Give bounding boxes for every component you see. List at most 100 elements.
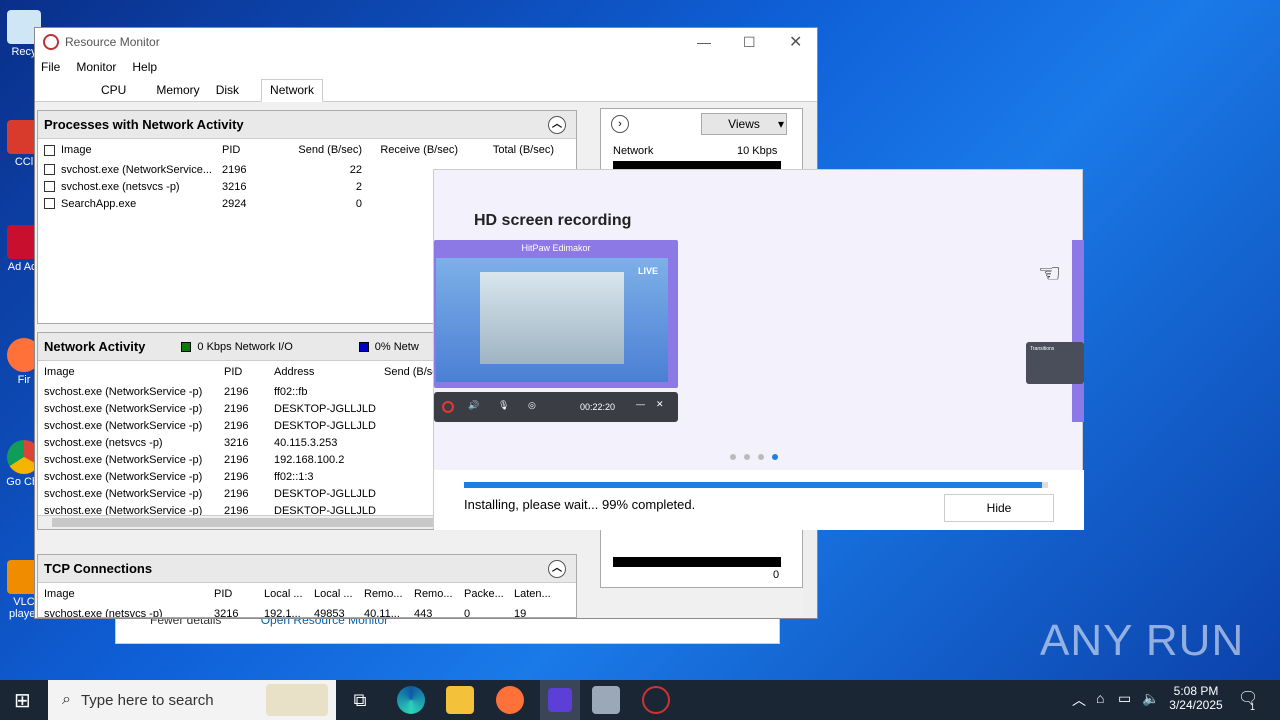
- cell: 3216: [214, 607, 239, 618]
- graph-max: 10 Kbps: [737, 145, 778, 157]
- checkbox-icon[interactable]: [44, 198, 55, 210]
- close-icon: ✕: [656, 399, 664, 409]
- col-header[interactable]: Remo...: [408, 588, 458, 600]
- progress-fill: [464, 482, 1043, 488]
- taskbar-search[interactable]: ⌕ Type here to search: [48, 680, 336, 720]
- maximize-button[interactable]: ☐: [743, 34, 756, 51]
- pointer-hand-icon: ☜: [1038, 258, 1062, 288]
- expand-arrow-icon[interactable]: ›: [611, 115, 629, 133]
- edimakor-taskbar-icon[interactable]: [540, 680, 580, 720]
- col-header[interactable]: Remo...: [358, 588, 408, 600]
- window-title: Resource Monitor: [65, 35, 160, 49]
- tcp-panel-header[interactable]: TCP Connections ︿: [38, 555, 576, 583]
- close-button[interactable]: ✕: [789, 32, 802, 52]
- cell-pid: 2196: [224, 402, 249, 415]
- installer-window: HD screen recording HitPaw Edimakor LIVE…: [433, 169, 1084, 530]
- chevron-up-icon[interactable]: ︿: [1072, 690, 1086, 710]
- col-header[interactable]: Local ...: [308, 588, 358, 600]
- col-header[interactable]: Local ...: [258, 588, 308, 600]
- search-placeholder: Type here to search: [80, 691, 214, 709]
- col-image[interactable]: Image: [38, 366, 218, 378]
- desktop-icon-label: Recy: [11, 46, 37, 58]
- col-send[interactable]: Send (B/se: [378, 366, 438, 378]
- col-send[interactable]: Send (B/sec): [266, 144, 362, 156]
- cell-address: DESKTOP-JGLLJLD: [274, 402, 376, 415]
- table-header: Image PID Local ... Local ... Remo... Remo...…: [38, 583, 576, 605]
- cell-pid: 2196: [224, 487, 249, 500]
- volume-icon[interactable]: 🔈: [1142, 690, 1159, 707]
- cell: 49853: [314, 607, 345, 618]
- table-header: Image PID Send (B/sec) Receive (B/sec) T…: [38, 139, 576, 161]
- cell-pid: 3216: [222, 180, 247, 193]
- cell-send: 2: [355, 180, 362, 193]
- table-row[interactable]: svchost.exe (netsvcs -p) 3216 192.1... 4985…: [38, 605, 576, 618]
- carousel-dot[interactable]: [730, 454, 736, 460]
- transitions-card: Transitions: [1026, 342, 1084, 384]
- edge-icon[interactable]: [397, 686, 425, 714]
- cell-pid: 3216: [224, 436, 249, 449]
- live-badge: LIVE: [638, 266, 659, 276]
- menu-monitor[interactable]: Monitor: [76, 60, 116, 74]
- views-button[interactable]: Views ▾: [701, 113, 787, 135]
- tab-disk[interactable]: Disk: [208, 80, 247, 101]
- search-icon: ⌕: [62, 691, 71, 708]
- col-receive[interactable]: Receive (B/sec): [362, 144, 458, 156]
- monitor-tray-icon[interactable]: ▭: [1118, 690, 1131, 707]
- record-icon: [442, 401, 454, 413]
- graph-min: 0: [773, 569, 780, 581]
- anyrun-watermark: ANY RUN: [1040, 616, 1245, 665]
- cell-address: DESKTOP-JGLLJLD: [274, 487, 376, 500]
- col-pid[interactable]: PID: [218, 366, 268, 378]
- hide-button[interactable]: Hide: [944, 494, 1054, 522]
- views-label: Views: [728, 117, 760, 131]
- menu-file[interactable]: File: [41, 60, 60, 74]
- cell-image: SearchApp.exe: [61, 197, 137, 210]
- carousel-dot[interactable]: [772, 454, 778, 460]
- carousel-dot[interactable]: [758, 454, 764, 460]
- tab-cpu[interactable]: CPU: [93, 80, 134, 101]
- install-status: Installing, please wait... 99% completed…: [464, 497, 696, 512]
- task-view-icon[interactable]: ⧉: [346, 686, 374, 714]
- carousel-dot[interactable]: [744, 454, 750, 460]
- minimize-button[interactable]: —: [697, 34, 711, 50]
- col-pid[interactable]: PID: [216, 144, 266, 156]
- col-header[interactable]: Laten...: [508, 588, 558, 600]
- resource-monitor-taskbar-icon[interactable]: [592, 686, 620, 714]
- tab-network[interactable]: Network: [261, 79, 324, 102]
- checkbox-icon[interactable]: [44, 181, 55, 193]
- preview-window: HitPaw Edimakor LIVE: [434, 240, 678, 388]
- checkbox-icon[interactable]: [44, 164, 55, 176]
- tab-memory[interactable]: Memory: [148, 80, 207, 101]
- menu-help[interactable]: Help: [132, 60, 157, 74]
- clock[interactable]: 5:08 PM 3/24/2025: [1166, 684, 1226, 712]
- col-total[interactable]: Total (B/sec): [458, 144, 554, 156]
- cell-pid: 2196: [224, 419, 249, 432]
- notification-icon[interactable]: 🗨: [1238, 688, 1258, 708]
- col-address[interactable]: Address: [268, 366, 378, 378]
- processes-panel-header[interactable]: Processes with Network Activity ︿: [38, 111, 576, 139]
- tcp-connections-panel: TCP Connections ︿ Image PID Local ... Local…: [37, 554, 577, 618]
- cell-image: svchost.exe (NetworkService -p): [44, 487, 203, 500]
- network-tray-icon[interactable]: ⌂: [1096, 690, 1104, 706]
- col-header[interactable]: Image: [38, 588, 208, 600]
- cell: 443: [414, 607, 433, 618]
- checkbox-icon[interactable]: [44, 144, 55, 156]
- firefox-taskbar-icon[interactable]: [496, 686, 524, 714]
- col-image[interactable]: Image: [38, 144, 216, 156]
- panel-title: Processes with Network Activity: [44, 117, 244, 132]
- cell-image: svchost.exe (NetworkService -p): [44, 453, 203, 466]
- windows-start-icon[interactable]: ⊞: [14, 688, 31, 713]
- collapse-icon[interactable]: ︿: [548, 560, 566, 578]
- microphone-icon: 🎙: [498, 400, 510, 410]
- col-header[interactable]: Packe...: [458, 588, 508, 600]
- cell-address: ff02::fb: [274, 385, 308, 398]
- cell-pid: 2196: [224, 453, 249, 466]
- file-explorer-icon[interactable]: [446, 686, 474, 714]
- util-legend-icon: [358, 341, 369, 352]
- cell-image: svchost.exe (netsvcs -p): [61, 180, 180, 193]
- col-header[interactable]: PID: [208, 588, 258, 600]
- minimize-icon: —: [636, 399, 645, 409]
- app-taskbar-icon[interactable]: [642, 686, 670, 714]
- collapse-icon[interactable]: ︿: [548, 116, 566, 134]
- recording-toolbar: 🔊 🎙 ◎ 00:22:20 — ✕: [434, 392, 678, 422]
